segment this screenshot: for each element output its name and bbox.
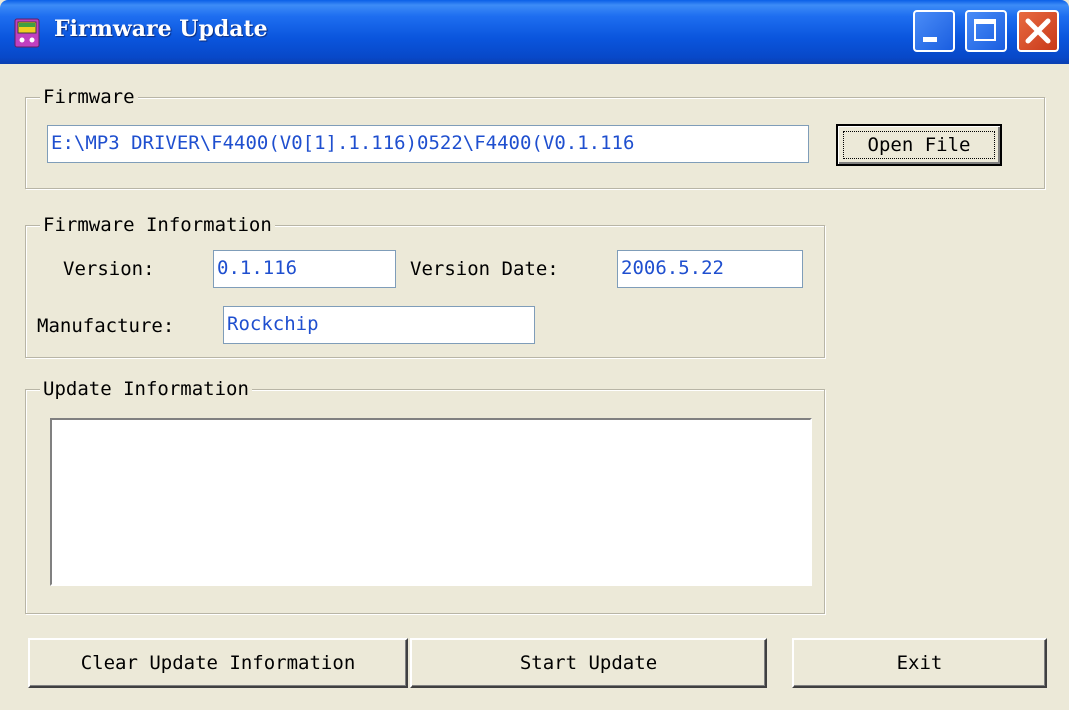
title-bar[interactable]: Firmware Update <box>0 0 1069 64</box>
close-icon <box>1025 18 1051 44</box>
version-date-label: Version Date: <box>410 258 559 280</box>
firmware-group: Firmware E:\MP3 DRIVER\F4400(V0[1].1.116… <box>25 86 1045 189</box>
clear-update-info-label: Clear Update Information <box>80 652 356 674</box>
firmware-group-label: Firmware <box>40 86 138 108</box>
clear-update-info-button[interactable]: Clear Update Information <box>28 638 408 688</box>
firmware-info-group: Firmware Information Version: 0.1.116 Ve… <box>25 214 825 358</box>
update-info-group: Update Information <box>25 378 825 614</box>
version-label: Version: <box>63 258 155 280</box>
update-log-area[interactable] <box>50 418 812 586</box>
maximize-button[interactable] <box>965 10 1007 52</box>
manufacture-label: Manufacture: <box>37 315 175 337</box>
close-button[interactable] <box>1017 10 1059 52</box>
start-update-button[interactable]: Start Update <box>410 638 767 688</box>
mp3-player-icon <box>14 18 40 48</box>
window-title: Firmware Update <box>54 16 268 42</box>
firmware-update-window: Firmware Update Firmware E:\MP3 DRIVER\F… <box>0 0 1069 710</box>
exit-button[interactable]: Exit <box>792 638 1047 688</box>
firmware-info-group-label: Firmware Information <box>40 214 275 236</box>
update-info-group-label: Update Information <box>40 378 252 400</box>
open-file-button[interactable]: Open File <box>836 124 1002 166</box>
manufacture-field[interactable]: Rockchip <box>223 306 535 344</box>
exit-label: Exit <box>896 652 943 674</box>
minimize-button[interactable] <box>913 10 955 52</box>
version-field[interactable]: 0.1.116 <box>213 250 396 288</box>
firmware-path-field[interactable]: E:\MP3 DRIVER\F4400(V0[1].1.116)0522\F44… <box>47 125 809 163</box>
focus-rect <box>843 131 995 159</box>
version-date-field[interactable]: 2006.5.22 <box>617 250 803 288</box>
start-update-label: Start Update <box>519 652 658 674</box>
